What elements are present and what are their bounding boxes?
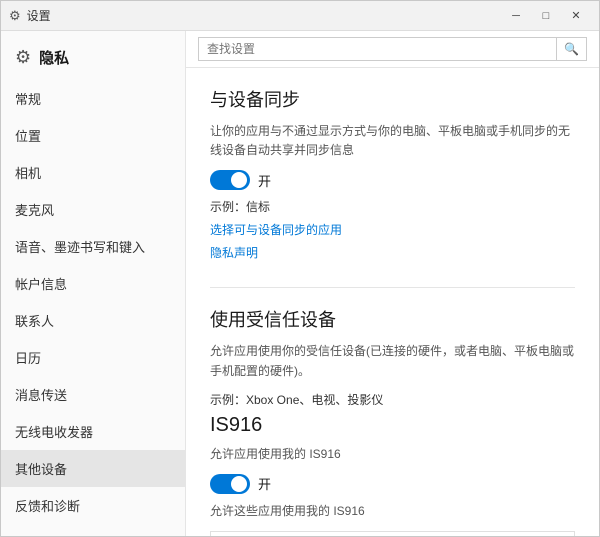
- search-input[interactable]: [198, 37, 557, 61]
- titlebar-left: ⚙ 设置: [9, 7, 51, 24]
- main-content: 与设备同步 让你的应用与不通过显示方式与你的电脑、平板电脑或手机同步的无线设备自…: [186, 68, 599, 536]
- sidebar-item-general[interactable]: 常规: [1, 80, 185, 117]
- sidebar-title: 隐私: [39, 47, 69, 68]
- search-bar: 🔍: [186, 31, 599, 68]
- close-button[interactable]: ✕: [561, 4, 591, 28]
- sync-link1[interactable]: 选择可与设备同步的应用: [210, 221, 575, 238]
- settings-window: ⚙ 设置 ─ □ ✕ ⚙ 隐私 常规 位置 相机 麦克风 语音、墨迹书写和键入 …: [0, 0, 600, 537]
- privacy-icon: ⚙: [15, 47, 31, 68]
- sidebar: ⚙ 隐私 常规 位置 相机 麦克风 语音、墨迹书写和键入 帐户信息 联系人 日历…: [1, 31, 186, 536]
- content-area: ⚙ 隐私 常规 位置 相机 麦克风 语音、墨迹书写和键入 帐户信息 联系人 日历…: [1, 31, 599, 536]
- sync-toggle-row: 开: [210, 170, 575, 190]
- titlebar: ⚙ 设置 ─ □ ✕: [1, 1, 599, 31]
- sidebar-item-microphone[interactable]: 麦克风: [1, 191, 185, 228]
- sidebar-item-location[interactable]: 位置: [1, 117, 185, 154]
- device-toggle-label: 开: [258, 474, 271, 493]
- sync-section: 与设备同步 让你的应用与不通过显示方式与你的电脑、平板电脑或手机同步的无线设备自…: [210, 86, 575, 261]
- sidebar-item-background[interactable]: 背景应用: [1, 524, 185, 536]
- maximize-button[interactable]: □: [531, 4, 561, 28]
- sync-link2[interactable]: 隐私声明: [210, 244, 575, 261]
- sync-section-desc: 让你的应用与不通过显示方式与你的电脑、平板电脑或手机同步的无线设备自动共享并同步…: [210, 122, 575, 160]
- minimize-button[interactable]: ─: [501, 4, 531, 28]
- sync-example: 示例：信标: [210, 198, 575, 215]
- sidebar-item-calendar[interactable]: 日历: [1, 339, 185, 376]
- trusted-example: 示例：Xbox One、电视、投影仪: [210, 391, 575, 408]
- sidebar-item-account[interactable]: 帐户信息: [1, 265, 185, 302]
- settings-titlebar-icon: ⚙: [9, 8, 21, 24]
- sidebar-item-other-devices[interactable]: 其他设备: [1, 450, 185, 487]
- device-toggle-row: 开: [210, 474, 575, 494]
- allow-label2: 允许这些应用使用我的 IS916: [210, 502, 575, 521]
- titlebar-controls: ─ □ ✕: [501, 4, 591, 28]
- sync-toggle[interactable]: [210, 170, 250, 190]
- sync-section-title: 与设备同步: [210, 86, 575, 112]
- section-divider: [210, 287, 575, 288]
- trusted-devices-title: 使用受信任设备: [210, 306, 575, 332]
- device-toggle[interactable]: [210, 474, 250, 494]
- main-panel: 🔍 与设备同步 让你的应用与不通过显示方式与你的电脑、平板电脑或手机同步的无线设…: [186, 31, 599, 536]
- allow-label: 允许应用使用我的 IS916: [210, 445, 575, 464]
- sidebar-item-contacts[interactable]: 联系人: [1, 302, 185, 339]
- sidebar-item-feedback[interactable]: 反馈和诊断: [1, 487, 185, 524]
- search-icon: 🔍: [557, 37, 587, 61]
- sidebar-header: ⚙ 隐私: [1, 37, 185, 80]
- trusted-devices-section: 使用受信任设备 允许应用使用你的受信任设备(已连接的硬件，或者电脑、平板电脑或手…: [210, 306, 575, 536]
- trusted-devices-desc: 允许应用使用你的受信任设备(已连接的硬件，或者电脑、平板电脑或手机配置的硬件)。: [210, 342, 575, 380]
- titlebar-title: 设置: [27, 7, 51, 24]
- sidebar-item-radio[interactable]: 无线电收发器: [1, 413, 185, 450]
- sidebar-item-messaging[interactable]: 消息传送: [1, 376, 185, 413]
- sync-toggle-knob: [231, 172, 247, 188]
- sidebar-item-speech[interactable]: 语音、墨迹书写和键入: [1, 228, 185, 265]
- device-list-item: Microsoft 手机助手 开: [210, 531, 575, 536]
- device-toggle-knob: [231, 476, 247, 492]
- device-name-label: IS916: [210, 414, 575, 437]
- sidebar-item-camera[interactable]: 相机: [1, 154, 185, 191]
- sync-toggle-label: 开: [258, 171, 271, 190]
